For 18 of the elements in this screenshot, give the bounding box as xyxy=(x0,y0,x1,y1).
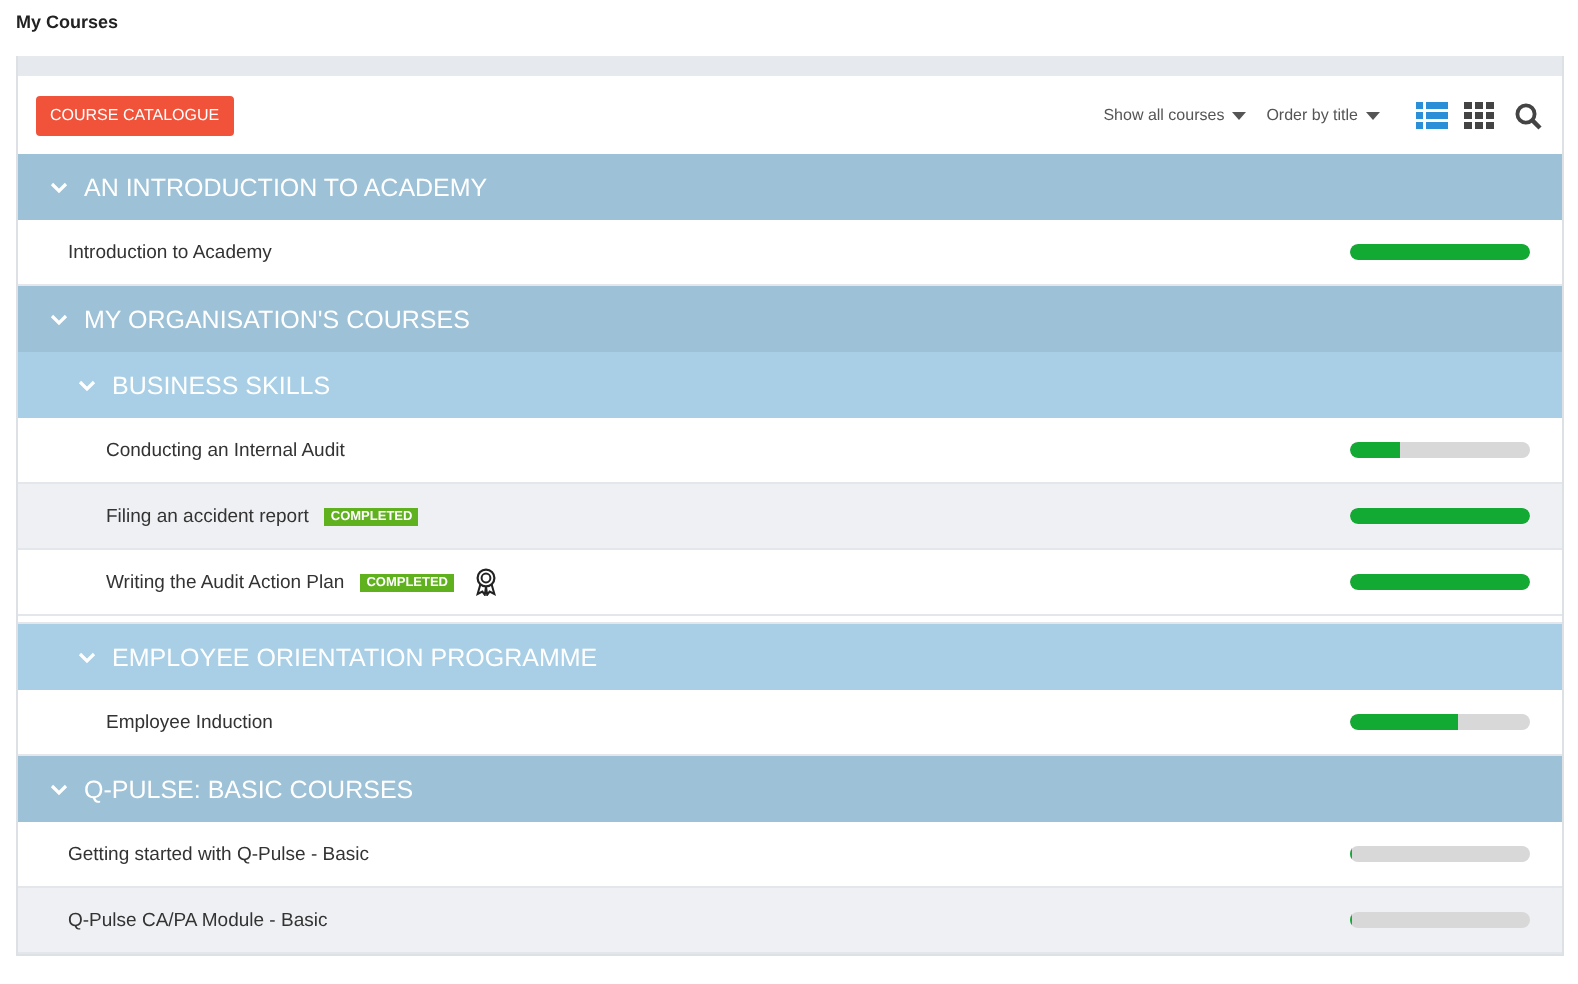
course-title: Employee Induction xyxy=(104,711,273,733)
caret-icon xyxy=(1366,111,1380,119)
course-title: Q-Pulse CA/PA Module - Basic xyxy=(66,909,328,931)
course-catalogue-button[interactable]: COURSE CATALOGUE xyxy=(36,95,234,135)
order-dropdown[interactable]: Order by title xyxy=(1266,106,1380,124)
course-title: Filing an accident report xyxy=(104,505,309,527)
course-row[interactable]: Q-Pulse CA/PA Module - Basic xyxy=(18,888,1562,954)
caret-icon xyxy=(1232,111,1247,119)
course-title: Conducting an Internal Audit xyxy=(104,439,345,461)
course-title: Getting started with Q-Pulse - Basic xyxy=(66,843,369,865)
course-title: Introduction to Academy xyxy=(66,241,272,263)
grid-view-button[interactable] xyxy=(1464,101,1496,129)
filter-dropdown[interactable]: Show all courses xyxy=(1103,106,1247,124)
course-title: Writing the Audit Action Plan xyxy=(104,571,345,593)
award-icon[interactable] xyxy=(474,568,498,596)
search-icon[interactable] xyxy=(1514,101,1542,129)
list-view-button[interactable] xyxy=(1416,101,1448,129)
page-title: My Courses xyxy=(14,10,121,32)
